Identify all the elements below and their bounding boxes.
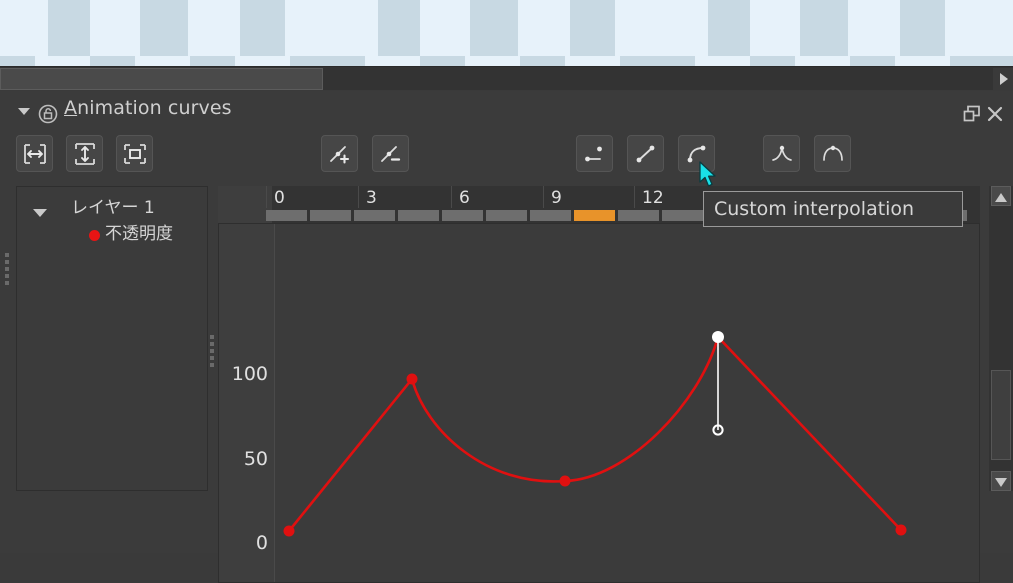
horizontal-scrollbar[interactable] xyxy=(0,66,1013,90)
fit-frame-icon xyxy=(123,142,147,166)
page-title: Animation curves xyxy=(64,97,232,119)
point-plus-icon xyxy=(328,142,352,166)
frame-block[interactable] xyxy=(398,210,439,221)
vertical-scrollbar-thumb[interactable] xyxy=(991,370,1011,460)
ruler-tick-12: 12 xyxy=(642,188,664,208)
keyframe-point[interactable] xyxy=(559,475,571,487)
current-frame-block[interactable] xyxy=(574,210,615,221)
panel-resize-grip-middle[interactable] xyxy=(208,323,218,383)
float-window-icon[interactable] xyxy=(963,105,981,123)
frame-block[interactable] xyxy=(354,210,395,221)
linear-interpolation-button[interactable] xyxy=(627,135,664,172)
corner-point-icon xyxy=(770,142,794,166)
triangle-down-icon[interactable] xyxy=(17,103,31,117)
fit-horizontal-icon xyxy=(23,142,47,166)
ruler-separator xyxy=(543,186,544,208)
ruler-tick-6: 6 xyxy=(459,188,470,208)
fit-all-button[interactable] xyxy=(116,135,153,172)
panel-title-accel: A xyxy=(64,97,78,119)
keyframe-point[interactable] xyxy=(283,525,295,537)
triangle-right-icon xyxy=(999,73,1008,85)
curve-plot-area[interactable] xyxy=(276,224,981,582)
value-axis: 100 50 0 xyxy=(219,224,275,582)
animation-curves-panel: Animation curves レイヤー 1 不透明度 0 3 6 9 12 … xyxy=(0,91,1013,583)
arrow-cursor xyxy=(699,161,721,189)
panel-resize-grip-left[interactable] xyxy=(3,241,13,301)
ruler-corner xyxy=(218,186,272,223)
scroll-up-button[interactable] xyxy=(991,186,1011,206)
y-axis-label-50: 50 xyxy=(243,448,268,470)
triangle-down-icon[interactable] xyxy=(33,203,47,217)
frame-block[interactable] xyxy=(486,210,527,221)
step-curve-icon xyxy=(583,142,607,166)
linear-curve-icon xyxy=(634,142,658,166)
ruler-separator xyxy=(266,186,267,208)
tooltip: Custom interpolation xyxy=(703,191,963,227)
canvas-checker-strip xyxy=(0,56,1013,66)
property-color-dot xyxy=(89,230,100,241)
panel-header: Animation curves xyxy=(0,91,1013,129)
panel-title-rest: nimation curves xyxy=(77,97,232,119)
smooth-point-icon xyxy=(821,142,845,166)
triangle-down-icon xyxy=(995,472,1007,491)
sharp-point-button[interactable] xyxy=(763,135,800,172)
ruler-separator xyxy=(451,186,452,208)
constant-interpolation-button[interactable] xyxy=(576,135,613,172)
triangle-up-icon xyxy=(995,187,1007,206)
keyframe-point-selected[interactable] xyxy=(712,331,724,343)
keyframe-point[interactable] xyxy=(406,373,418,385)
frame-block[interactable] xyxy=(530,210,571,221)
ruler-tick-9: 9 xyxy=(551,188,562,208)
curve-graph[interactable]: 100 50 0 xyxy=(218,223,980,583)
canvas-transparency-area xyxy=(0,0,1013,62)
smooth-point-button[interactable] xyxy=(814,135,851,172)
list-item[interactable]: レイヤー 1 xyxy=(27,193,209,221)
horizontal-scrollbar-thumb[interactable] xyxy=(0,68,323,90)
scroll-right-button[interactable] xyxy=(993,68,1013,90)
fit-vertically-button[interactable] xyxy=(66,135,103,172)
tooltip-text: Custom interpolation xyxy=(714,198,915,220)
frame-block[interactable] xyxy=(662,210,703,221)
fit-vertical-icon xyxy=(73,142,97,166)
scroll-down-button[interactable] xyxy=(991,471,1011,491)
keyframe-point[interactable] xyxy=(895,524,907,536)
y-axis-label-100: 100 xyxy=(231,363,268,385)
add-keyframe-button[interactable] xyxy=(321,135,358,172)
ruler-separator xyxy=(358,186,359,208)
remove-keyframe-button[interactable] xyxy=(372,135,409,172)
point-minus-icon xyxy=(379,142,403,166)
frame-block[interactable] xyxy=(266,210,307,221)
ruler-tick-3: 3 xyxy=(366,188,377,208)
vertical-scrollbar[interactable] xyxy=(989,186,1013,491)
lock-icon[interactable] xyxy=(38,104,58,124)
close-icon[interactable] xyxy=(986,105,1004,123)
animation-curve xyxy=(283,331,907,537)
frame-block[interactable] xyxy=(310,210,351,221)
frame-block[interactable] xyxy=(618,210,659,221)
list-item[interactable]: 不透明度 xyxy=(27,221,209,249)
property-name-label: 不透明度 xyxy=(105,224,173,244)
fit-horizontally-button[interactable] xyxy=(16,135,53,172)
curves-toolbar xyxy=(0,135,1013,183)
ruler-separator xyxy=(634,186,635,208)
y-axis-label-0: 0 xyxy=(255,532,268,554)
ruler-tick-0: 0 xyxy=(274,188,285,208)
curve-path xyxy=(287,334,903,533)
layer-name-label: レイヤー 1 xyxy=(71,198,155,218)
layer-list: レイヤー 1 不透明度 xyxy=(16,186,208,491)
frame-block[interactable] xyxy=(442,210,483,221)
